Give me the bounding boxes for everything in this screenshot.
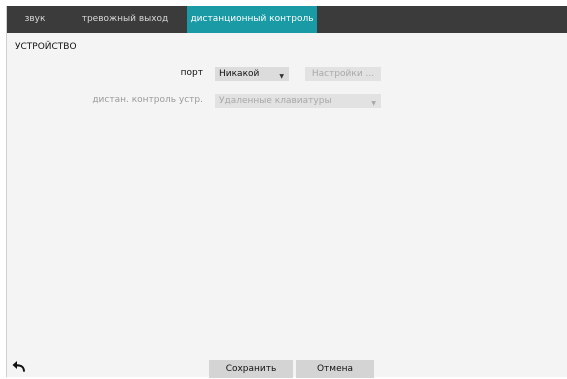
- port-dropdown-value: Никакой: [219, 69, 260, 79]
- setup-button[interactable]: Настройки ...: [305, 67, 381, 81]
- cancel-button[interactable]: Отмена: [296, 360, 374, 378]
- port-dropdown[interactable]: Никакой ▼: [215, 67, 289, 81]
- back-arrow-icon[interactable]: [11, 359, 27, 375]
- tab-bar: звук тревожный выход дистанционный контр…: [7, 6, 567, 33]
- chevron-down-icon: ▼: [371, 100, 376, 107]
- tab-remote-control[interactable]: дистанционный контроль: [187, 6, 317, 33]
- remote-device-dropdown-value: Удаленные клавиатуры: [219, 96, 332, 106]
- remote-device-dropdown[interactable]: Удаленные клавиатуры ▼: [215, 94, 381, 108]
- remote-device-label: дистан. контроль устр.: [92, 95, 203, 105]
- chevron-down-icon: ▼: [279, 73, 284, 80]
- tab-sound[interactable]: звук: [7, 6, 63, 33]
- settings-window: звук тревожный выход дистанционный контр…: [6, 6, 567, 378]
- section-title: УСТРОЙСТВО: [15, 42, 77, 52]
- save-button[interactable]: Сохранить: [209, 360, 293, 378]
- port-label: порт: [180, 68, 203, 78]
- tab-alarm-output[interactable]: тревожный выход: [63, 6, 187, 33]
